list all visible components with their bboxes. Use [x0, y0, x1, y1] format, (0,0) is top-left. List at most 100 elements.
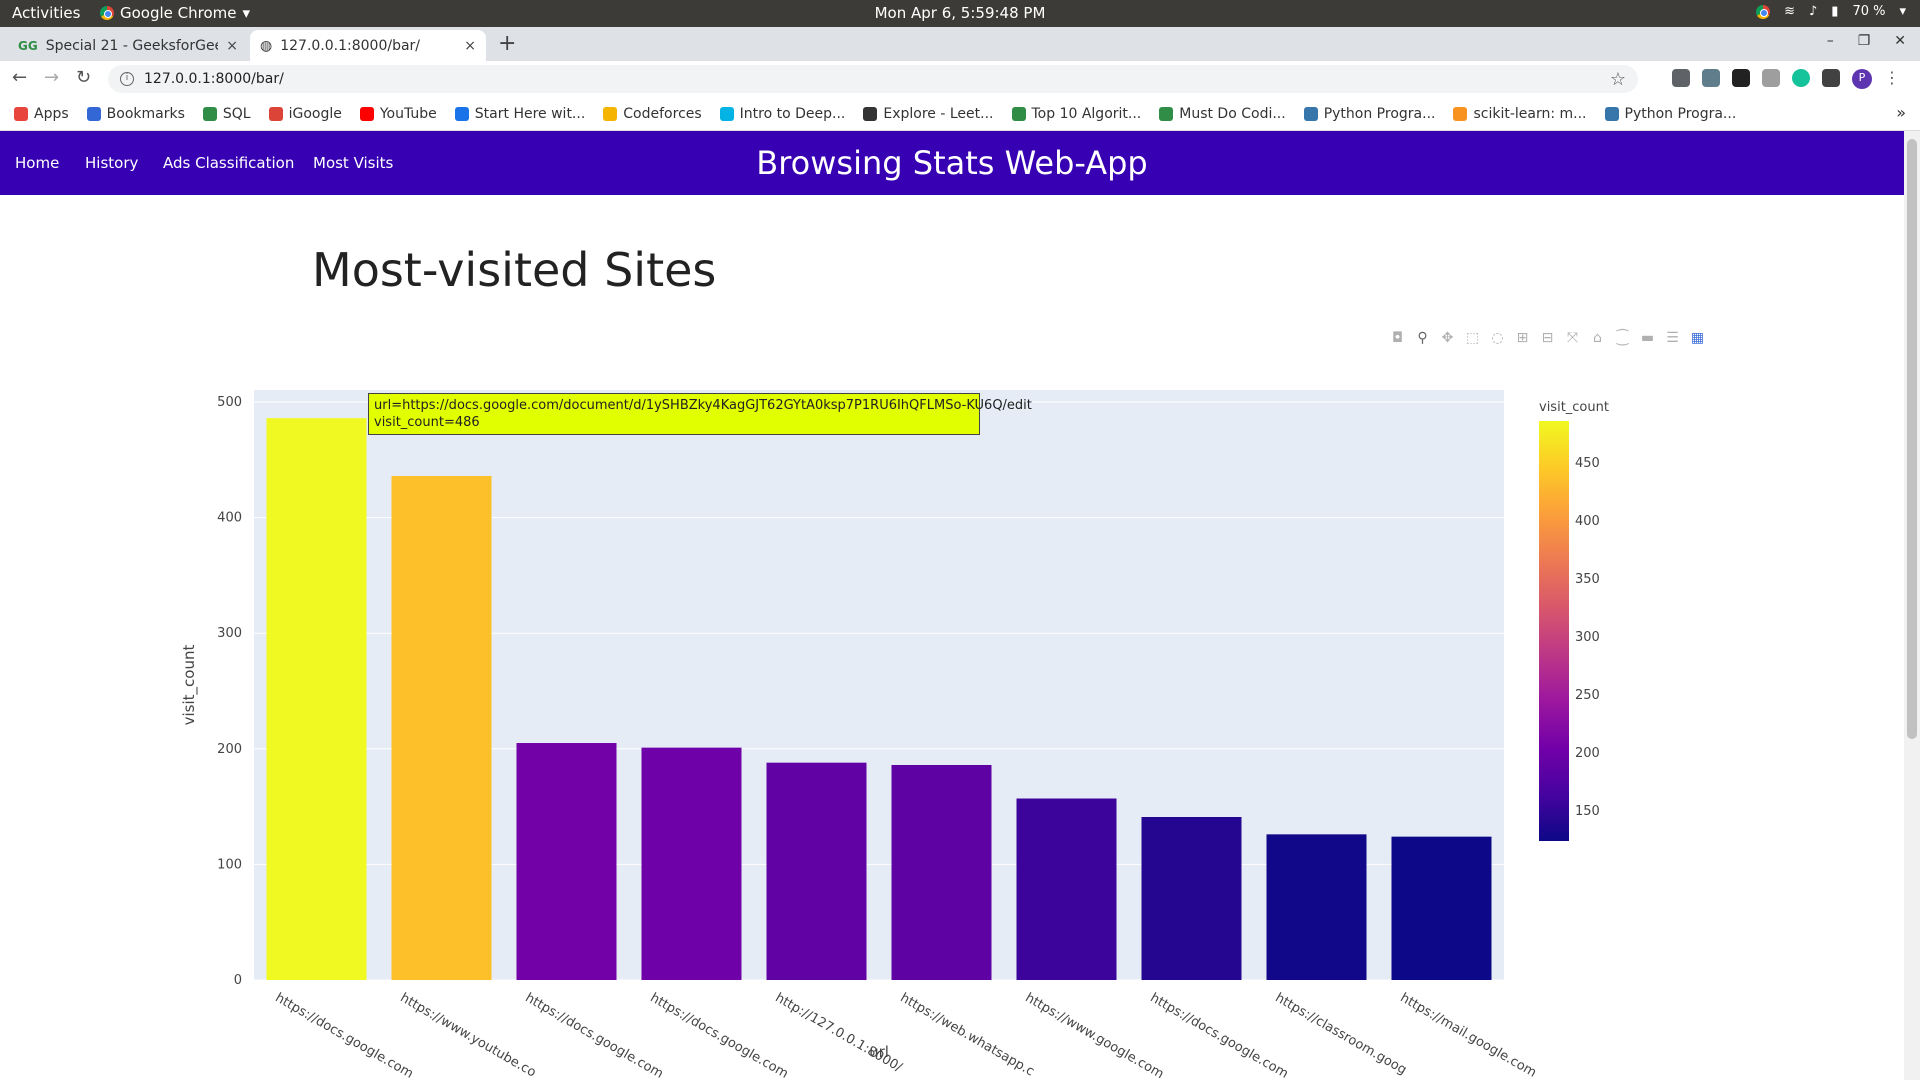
- forward-arrow-icon[interactable]: →: [44, 67, 59, 88]
- star-icon[interactable]: ☆: [1610, 69, 1626, 90]
- bookmark-item[interactable]: iGoogle: [268, 106, 342, 122]
- browser-toolbar: ← → ↻ i 127.0.0.1:8000/bar/ ☆ P ⋮: [0, 61, 1920, 97]
- y-tick-label: 0: [234, 973, 242, 988]
- x-tick-label: https://www.google.com: [1023, 990, 1167, 1080]
- back-arrow-icon[interactable]: ←: [12, 67, 27, 88]
- address-bar[interactable]: i 127.0.0.1:8000/bar/ ☆: [108, 65, 1638, 93]
- chrome-tray-icon: [1756, 4, 1771, 19]
- clock[interactable]: Mon Apr 6, 5:59:48 PM: [0, 4, 1920, 22]
- bookmark-label: Apps: [34, 105, 69, 122]
- more-bookmarks-icon[interactable]: »: [1896, 103, 1906, 122]
- bar[interactable]: [766, 762, 867, 980]
- bookmark-label: Codeforces: [623, 105, 702, 122]
- new-tab-button[interactable]: +: [498, 31, 516, 56]
- hover-tooltip: url=https://docs.google.com/document/d/1…: [368, 393, 1032, 435]
- extension-icon[interactable]: [1672, 69, 1690, 87]
- bookmark-icon: [1159, 106, 1174, 121]
- bookmark-item[interactable]: YouTube: [359, 105, 437, 122]
- x-tick-label: https://www.youtube.co: [398, 990, 539, 1080]
- bookmark-icon: [863, 106, 878, 121]
- bar[interactable]: [391, 475, 492, 980]
- colorbar-tick-label: 150: [1575, 804, 1600, 819]
- bookmark-icon: [1011, 106, 1026, 121]
- bookmark-item[interactable]: scikit-learn: m...: [1453, 105, 1587, 122]
- x-tick-label: http://127.0.0.1:8000/: [773, 990, 905, 1075]
- bookmark-icon: [359, 106, 374, 121]
- bookmark-item[interactable]: Intro to Deep...: [719, 106, 845, 122]
- bookmark-item[interactable]: Python Progra...: [1303, 106, 1435, 122]
- tab-strip: GG Special 21 - GeeksforGeeks × ◍ 127.0.…: [0, 27, 1920, 61]
- extension-icon[interactable]: [1732, 69, 1750, 87]
- bookmark-icon: [202, 106, 217, 121]
- maximize-icon[interactable]: ❐: [1858, 33, 1871, 49]
- page-scrollbar[interactable]: [1904, 131, 1920, 1080]
- geeksforgeeks-icon: GG: [18, 38, 38, 53]
- tooltip-url: url=https://docs.google.com/document/d/1…: [374, 398, 1032, 413]
- extensions: P ⋮: [1672, 69, 1900, 89]
- y-axis-title: visit_count: [180, 645, 199, 726]
- colorbar-tick-label: 250: [1575, 688, 1600, 703]
- extension-icon[interactable]: [1822, 69, 1840, 87]
- extension-icon[interactable]: [1702, 69, 1720, 87]
- bar[interactable]: [891, 764, 992, 980]
- bookmark-item[interactable]: Apps: [14, 106, 69, 122]
- bookmark-item[interactable]: SQL: [202, 105, 251, 122]
- bookmark-label: Python Progra...: [1624, 105, 1737, 122]
- tab-geeksforgeeks[interactable]: GG Special 21 - GeeksforGeeks ×: [8, 30, 248, 61]
- web-page: Home History Ads Classification Most Vis…: [0, 131, 1904, 1080]
- url-text: 127.0.0.1:8000/bar/: [144, 71, 284, 87]
- tooltip-count: visit_count=486: [374, 415, 480, 430]
- bookmark-label: Must Do Codi...: [1179, 105, 1286, 122]
- info-icon[interactable]: i: [120, 72, 134, 86]
- bar[interactable]: [1141, 817, 1242, 980]
- bookmark-icon: [603, 106, 618, 121]
- bar[interactable]: [1266, 834, 1367, 980]
- bookmark-item[interactable]: Codeforces: [603, 105, 702, 122]
- bar-chart: 0100200300400500https://docs.google.comh…: [180, 390, 1609, 1080]
- colorbar-title: visit_count: [1539, 400, 1609, 415]
- grammarly-icon[interactable]: [1792, 69, 1810, 87]
- bookmark-item[interactable]: Top 10 Algorit...: [1011, 105, 1142, 122]
- bookmark-label: scikit-learn: m...: [1473, 105, 1587, 122]
- close-icon[interactable]: ×: [226, 38, 238, 54]
- close-window-icon[interactable]: ✕: [1894, 33, 1906, 49]
- bookmark-label: Explore - Leet...: [883, 105, 994, 122]
- bookmark-item[interactable]: Bookmarks: [86, 106, 185, 122]
- colorbar-tick-label: 200: [1575, 746, 1600, 761]
- kebab-menu-icon[interactable]: ⋮: [1884, 69, 1900, 89]
- x-axis-title: url: [869, 1043, 889, 1061]
- minimize-icon[interactable]: –: [1827, 33, 1834, 49]
- battery-level: 70 %: [1852, 4, 1886, 19]
- avatar[interactable]: P: [1852, 69, 1872, 89]
- bar[interactable]: [516, 743, 617, 980]
- shield-icon[interactable]: [1762, 69, 1780, 87]
- bar[interactable]: [1391, 836, 1492, 980]
- bookmarks-bar: Apps Bookmarks SQL iGoogle YouTube Start Here…: [0, 97, 1920, 131]
- bookmark-icon: [1453, 106, 1468, 121]
- scrollbar-thumb[interactable]: [1907, 139, 1917, 739]
- bar[interactable]: [641, 747, 742, 980]
- bookmark-icon: [454, 106, 469, 121]
- bar[interactable]: [266, 418, 367, 981]
- y-tick-label: 400: [217, 511, 242, 526]
- bar[interactable]: [1016, 798, 1117, 980]
- y-tick-label: 500: [217, 395, 242, 410]
- bookmark-icon: [1303, 106, 1318, 121]
- close-icon[interactable]: ×: [464, 38, 476, 54]
- x-tick-label: https://docs.google.com: [1148, 990, 1291, 1080]
- tab-label: Special 21 - GeeksforGeeks: [45, 37, 219, 54]
- bookmark-item[interactable]: Must Do Codi...: [1159, 105, 1286, 122]
- bookmark-label: YouTube: [379, 105, 437, 122]
- reload-icon[interactable]: ↻: [76, 67, 91, 88]
- globe-icon: ◍: [260, 37, 273, 54]
- bookmark-label: Top 10 Algorit...: [1031, 105, 1142, 122]
- tab-localhost-bar[interactable]: ◍ 127.0.0.1:8000/bar/ ×: [250, 30, 486, 61]
- system-tray[interactable]: ≋ ♪ ▮ 70 % ▾: [1756, 4, 1906, 19]
- bookmark-item[interactable]: Explore - Leet...: [863, 105, 994, 122]
- bookmark-item[interactable]: Python Progra...: [1604, 105, 1737, 122]
- bookmark-icon: [86, 106, 101, 121]
- y-tick-label: 100: [217, 857, 242, 872]
- colorbar-tick-label: 400: [1575, 514, 1600, 529]
- bookmark-label: SQL: [222, 105, 251, 122]
- bookmark-item[interactable]: Start Here wit...: [454, 106, 585, 122]
